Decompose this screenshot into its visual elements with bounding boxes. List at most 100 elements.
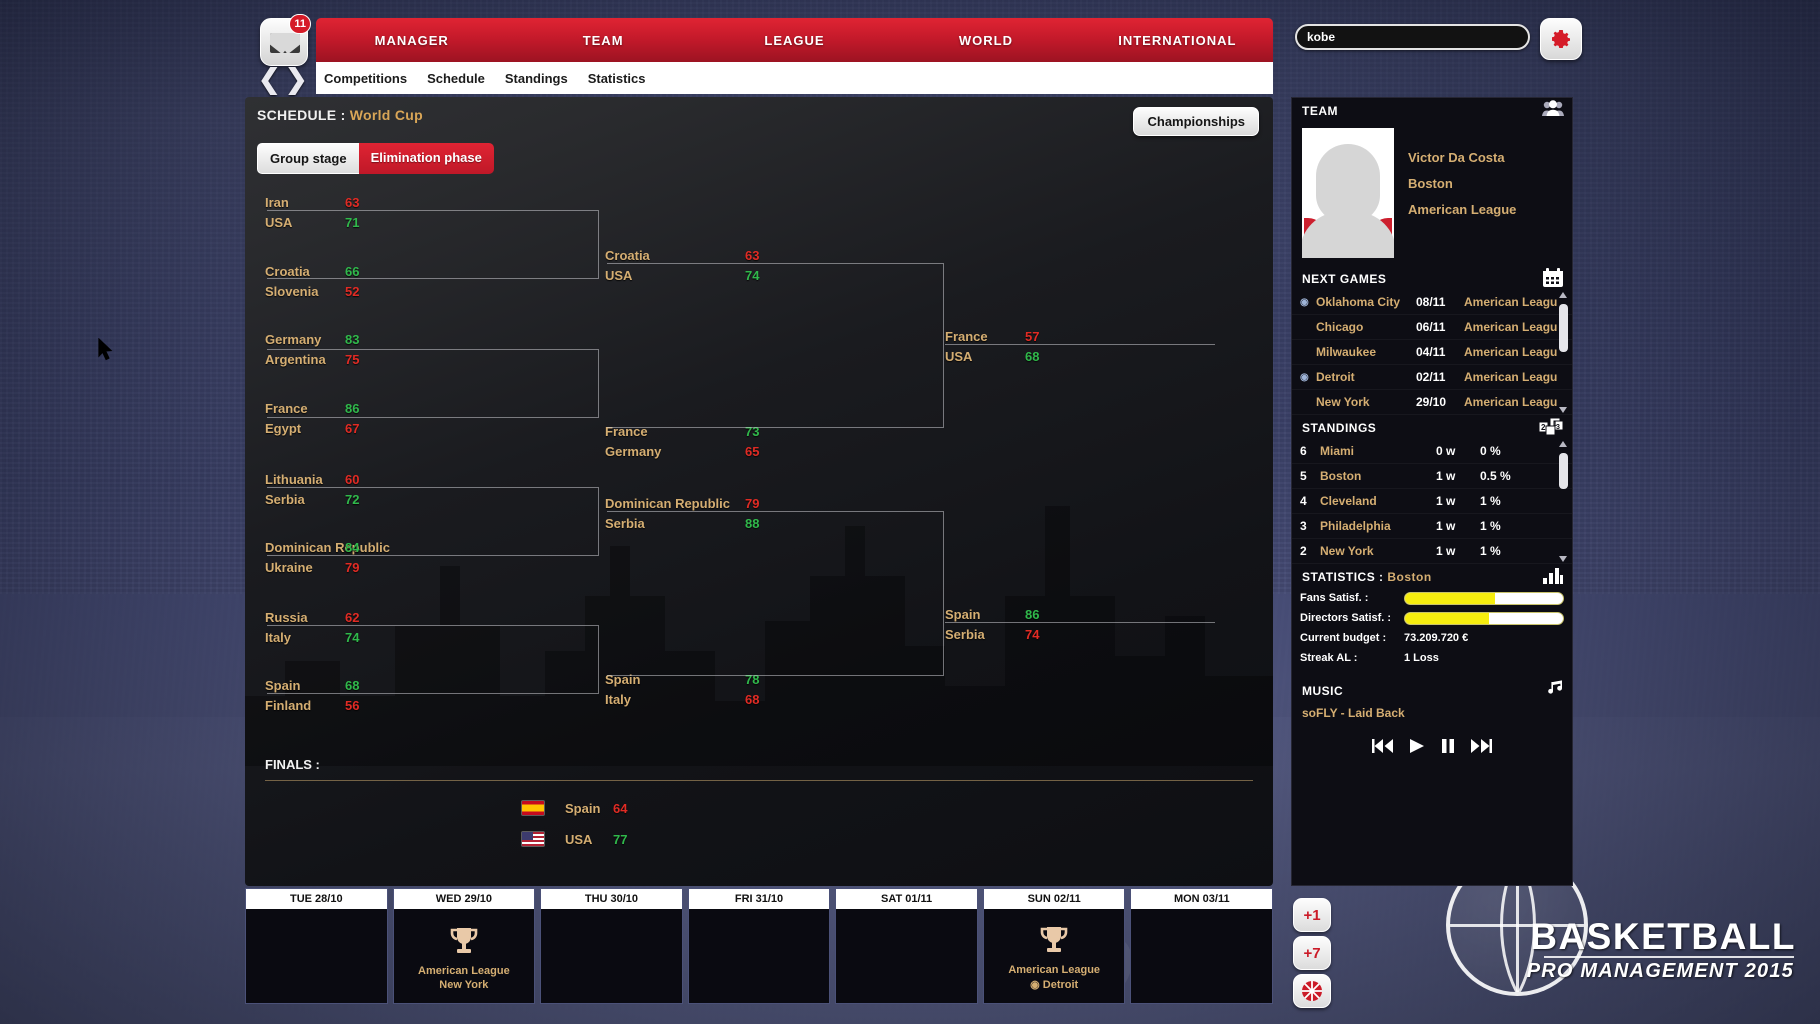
fans-satisfaction-row: Fans Satisf. : xyxy=(1292,588,1572,608)
calendar-day[interactable]: SUN 02/11 American League ◉ Detroit xyxy=(982,888,1126,1004)
play-game-button[interactable] xyxy=(1293,974,1331,1008)
nav-forward-button[interactable]: ❯ xyxy=(285,66,308,93)
standings-team: New York xyxy=(1320,544,1374,558)
music-heading: MUSIC xyxy=(1292,678,1572,702)
podium-icon[interactable]: 213 xyxy=(1538,417,1564,440)
pause-icon[interactable] xyxy=(1440,738,1456,759)
play-icon[interactable] xyxy=(1408,738,1426,759)
subnav-item-statistics[interactable]: Statistics xyxy=(588,71,646,86)
calendar-day[interactable]: TUE 28/10 xyxy=(245,888,388,1004)
scroll-down-icon[interactable] xyxy=(1559,556,1567,562)
bracket-team-score: 79 xyxy=(345,559,360,575)
settings-button[interactable] xyxy=(1540,18,1582,60)
bracket-match-r3-1[interactable]: France 57 USA 68 xyxy=(945,326,1039,366)
calendar-day[interactable]: MON 03/11 xyxy=(1130,888,1274,1004)
budget-row: Current budget : 73.209.720 € xyxy=(1292,628,1572,648)
calendar-icon[interactable] xyxy=(1542,268,1564,291)
skip-back-icon[interactable] xyxy=(1370,738,1394,759)
gear-icon xyxy=(1552,30,1570,48)
next-game-row[interactable]: ◉ Oklahoma City 08/11 American Leagu xyxy=(1292,290,1572,315)
next-game-date: 04/11 xyxy=(1416,345,1446,359)
nav-item-world[interactable]: WORLD xyxy=(890,33,1081,48)
main-navigation: MANAGER TEAM LEAGUE WORLD INTERNATIONAL xyxy=(316,18,1273,62)
standings-row[interactable]: 5 Boston 1 w 0.5 % xyxy=(1292,464,1572,489)
next-game-row[interactable]: Milwaukee 04/11 American Leagu xyxy=(1292,340,1572,365)
club-name: Boston xyxy=(1408,176,1453,191)
search-box[interactable] xyxy=(1295,24,1530,50)
standings-row[interactable]: 2 New York 1 w 1 % xyxy=(1292,539,1572,564)
subnav-item-standings[interactable]: Standings xyxy=(505,71,568,86)
directors-satisfaction-row: Directors Satisf. : xyxy=(1292,608,1572,628)
people-icon[interactable] xyxy=(1542,100,1564,119)
bracket-team-row: Iran 63 xyxy=(265,192,359,212)
bracket-team-score: 68 xyxy=(745,691,760,707)
bracket-connector xyxy=(267,349,599,418)
bracket-team-row: France 57 xyxy=(945,326,1039,346)
bracket-connector xyxy=(267,487,599,556)
bracket-connector xyxy=(945,344,1215,345)
finals-divider xyxy=(265,780,1253,781)
calendar-day[interactable]: WED 29/10 American League New York xyxy=(392,888,536,1004)
nav-item-manager[interactable]: MANAGER xyxy=(316,33,507,48)
fans-satisfaction-label: Fans Satisf. : xyxy=(1300,592,1369,604)
bracket-team-row: Croatia 63 xyxy=(605,245,759,265)
flag-spain-icon xyxy=(521,800,545,816)
next-game-row[interactable]: New York 29/10 American Leagu xyxy=(1292,390,1572,415)
team-card[interactable]: Victor Da Costa Boston American League xyxy=(1292,122,1572,266)
bracket-match-r3-2[interactable]: Spain 86 Serbia 74 xyxy=(945,604,1039,644)
calendar-day[interactable]: SAT 01/11 xyxy=(835,888,978,1004)
standings-rank: 6 xyxy=(1300,444,1307,458)
next-game-team: Detroit xyxy=(1316,370,1355,384)
scroll-up-icon[interactable] xyxy=(1559,292,1567,298)
advance-7-days-button[interactable]: +7 xyxy=(1293,936,1331,970)
nav-item-team[interactable]: TEAM xyxy=(507,33,698,48)
skip-forward-icon[interactable] xyxy=(1470,738,1494,759)
finals-team-name: Spain xyxy=(565,800,601,816)
calendar-day-body: American League ◉ Detroit xyxy=(984,909,1125,1003)
directors-satisfaction-bar xyxy=(1404,611,1564,625)
next-game-row[interactable]: ◉ Detroit 02/11 American Leagu xyxy=(1292,365,1572,390)
standings-row[interactable]: 3 Philadelphia 1 w 1 % xyxy=(1292,514,1572,539)
bracket-team-name: Ukraine xyxy=(265,559,313,575)
calendar-day-date: WED 29/10 xyxy=(393,889,535,909)
next-game-team: Oklahoma City xyxy=(1316,295,1401,309)
finals-heading: FINALS : xyxy=(265,757,320,772)
standings-list[interactable]: 6 Miami 0 w 0 % 5 Boston 1 w 0.5 % 4 Cleveland 1 w… xyxy=(1292,439,1572,564)
subnav-item-competitions[interactable]: Competitions xyxy=(324,71,407,86)
bracket-team-row: Italy 68 xyxy=(605,689,759,709)
advance-1-day-button[interactable]: +1 xyxy=(1293,898,1331,932)
calendar-day[interactable]: FRI 31/10 xyxy=(687,888,831,1004)
calendar-day[interactable]: THU 30/10 xyxy=(540,888,683,1004)
scroll-up-icon[interactable] xyxy=(1559,441,1567,447)
bar-chart-icon[interactable] xyxy=(1542,566,1564,587)
away-indicator: ◉ xyxy=(1300,371,1309,383)
next-game-competition: American Leagu xyxy=(1464,320,1558,334)
finals-row: USA 77 xyxy=(521,831,627,847)
messages-button[interactable]: 11 xyxy=(260,14,311,66)
subnav-item-schedule[interactable]: Schedule xyxy=(427,71,485,86)
nav-item-international[interactable]: INTERNATIONAL xyxy=(1082,33,1273,48)
bracket-team-score: 67 xyxy=(345,420,360,436)
bracket-team-row: Egypt 67 xyxy=(265,418,359,438)
standings-row[interactable]: 4 Cleveland 1 w 1 % xyxy=(1292,489,1572,514)
calendar-day-date: SAT 01/11 xyxy=(836,889,977,909)
next-games-list[interactable]: ◉ Oklahoma City 08/11 American Leagu Chicago… xyxy=(1292,290,1572,415)
next-game-competition: American Leagu xyxy=(1464,395,1558,409)
bracket-team-row: Russia 62 xyxy=(265,607,359,627)
next-game-team: New York xyxy=(1316,395,1370,409)
next-games-scrollbar[interactable] xyxy=(1559,290,1568,415)
scroll-down-icon[interactable] xyxy=(1559,407,1567,413)
bracket-team-row: Dominican Republic 79 xyxy=(605,493,759,513)
bracket-team-name: Germany xyxy=(265,331,322,347)
game-logo: BASKETBALL PRO MANAGEMENT 2015 xyxy=(1438,854,1798,1006)
music-note-icon[interactable] xyxy=(1546,680,1564,701)
search-input[interactable] xyxy=(1307,30,1518,44)
standings-row[interactable]: 6 Miami 0 w 0 % xyxy=(1292,439,1572,464)
nav-item-league[interactable]: LEAGUE xyxy=(699,33,890,48)
bracket-team-score: 56 xyxy=(345,697,360,713)
standings-scrollbar[interactable] xyxy=(1559,439,1568,564)
fans-satisfaction-bar xyxy=(1404,591,1564,605)
next-game-competition: American Leagu xyxy=(1464,345,1558,359)
next-game-row[interactable]: Chicago 06/11 American Leagu xyxy=(1292,315,1572,340)
nav-back-button[interactable]: ❮ xyxy=(258,66,281,93)
